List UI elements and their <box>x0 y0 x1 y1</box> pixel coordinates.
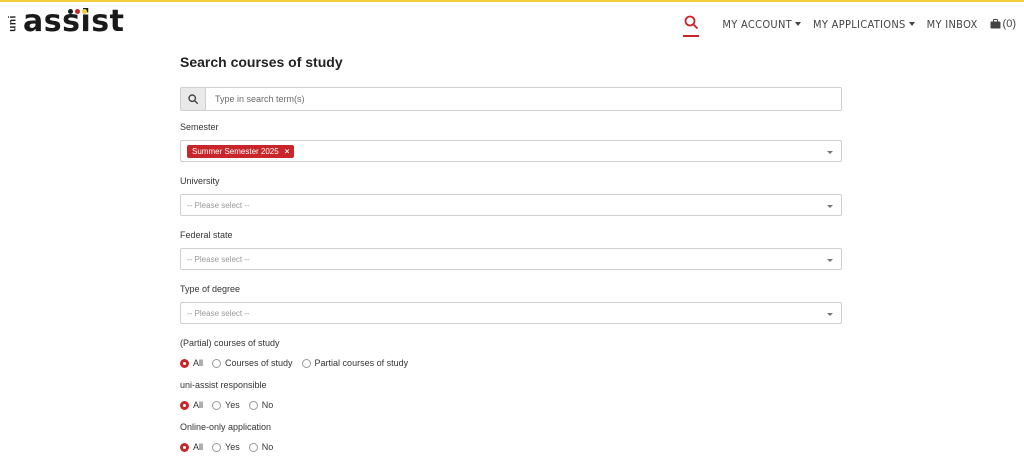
basket-count: (0) <box>1002 18 1016 30</box>
responsible-option-yes[interactable]: Yes <box>212 400 240 410</box>
federal-state-placeholder: -- Please select -- <box>187 254 250 264</box>
top-accent-line <box>0 0 1024 2</box>
radio-unchecked[interactable] <box>301 358 311 368</box>
top-navigation: MY ACCOUNT MY APPLICATIONS MY INBOX (0) <box>683 15 1016 37</box>
search-submit-button[interactable] <box>181 88 206 110</box>
radio-label: All <box>193 358 204 368</box>
nav-my-inbox-label: MY INBOX <box>926 17 978 31</box>
search-form: Search courses of study Semester Summer … <box>180 54 842 464</box>
basket-icon <box>990 19 1001 29</box>
radio-unchecked[interactable] <box>212 442 222 452</box>
semester-tag-label: Summer Semester 2025 <box>192 146 279 156</box>
degree-type-placeholder: -- Please select -- <box>187 308 250 318</box>
search-icon <box>188 94 198 104</box>
courses-option-all[interactable]: All <box>180 358 203 368</box>
online-radio-group: All Yes No <box>180 440 842 454</box>
online-option-all[interactable]: All <box>180 442 203 452</box>
courses-option-courses[interactable]: Courses of study <box>212 358 293 368</box>
online-option-no[interactable]: No <box>248 442 274 452</box>
radio-unchecked[interactable] <box>248 400 258 410</box>
federal-state-select[interactable]: -- Please select -- <box>180 248 842 270</box>
university-placeholder: -- Please select -- <box>187 200 250 210</box>
radio-label: Yes <box>225 442 240 452</box>
semester-label: Semester <box>180 122 219 132</box>
radio-label: No <box>261 400 274 410</box>
radio-label: All <box>193 442 204 452</box>
radio-label: Courses of study <box>225 358 293 368</box>
courses-label: (Partial) courses of study <box>180 338 280 348</box>
dropdown-arrow-icon <box>827 205 833 208</box>
radio-unchecked[interactable] <box>212 358 222 368</box>
nav-my-applications[interactable]: MY APPLICATIONS <box>813 18 915 31</box>
degree-type-select[interactable]: -- Please select -- <box>180 302 842 324</box>
courses-radio-group: All Courses of study Partial courses of … <box>180 356 842 370</box>
online-label: Online-only application <box>180 422 272 432</box>
caret-down-icon <box>795 22 802 26</box>
radio-label: No <box>261 442 274 452</box>
dropdown-arrow-icon <box>827 151 833 154</box>
logo-dots <box>68 9 87 14</box>
radio-checked[interactable] <box>180 442 189 452</box>
radio-unchecked[interactable] <box>248 442 258 452</box>
logo-dot-black <box>68 9 73 14</box>
nav-search-button[interactable] <box>683 15 700 37</box>
responsible-option-all[interactable]: All <box>180 400 203 410</box>
university-label: University <box>180 176 220 186</box>
caret-down-icon <box>908 22 915 26</box>
search-icon <box>685 15 699 29</box>
logo-dot-red <box>75 9 80 14</box>
nav-my-account[interactable]: MY ACCOUNT <box>722 17 802 31</box>
semester-tag: Summer Semester 2025 × <box>187 144 295 158</box>
responsible-label: uni-assist responsible <box>180 380 267 390</box>
responsible-option-no[interactable]: No <box>248 400 274 410</box>
nav-my-applications-label: MY APPLICATIONS <box>813 17 906 31</box>
search-bar <box>180 87 842 111</box>
logo-prefix: uni <box>7 15 19 32</box>
responsible-radio-group: All Yes No <box>180 398 842 412</box>
semester-select[interactable]: Summer Semester 2025 × <box>180 140 842 162</box>
radio-checked[interactable] <box>180 400 189 410</box>
search-input[interactable] <box>206 88 841 110</box>
radio-label: Partial courses of study <box>314 358 409 368</box>
radio-unchecked[interactable] <box>212 400 222 410</box>
dropdown-arrow-icon <box>827 259 833 262</box>
dropdown-arrow-icon <box>827 313 833 316</box>
degree-type-label: Type of degree <box>180 284 241 294</box>
nav-my-inbox[interactable]: MY INBOX <box>927 18 978 31</box>
radio-label: Yes <box>225 400 240 410</box>
active-indicator <box>683 35 700 37</box>
nav-my-account-label: MY ACCOUNT <box>722 17 793 31</box>
university-select[interactable]: -- Please select -- <box>180 194 842 216</box>
courses-option-partial[interactable]: Partial courses of study <box>301 358 409 368</box>
federal-state-label: Federal state <box>180 230 233 240</box>
online-option-yes[interactable]: Yes <box>212 442 240 452</box>
radio-label: All <box>193 400 204 410</box>
nav-basket[interactable]: (0) <box>990 18 1016 30</box>
page-title: Search courses of study <box>180 54 343 70</box>
logo-dot-gold <box>82 9 87 14</box>
radio-checked[interactable] <box>180 358 189 368</box>
remove-tag-icon[interactable]: × <box>285 147 290 156</box>
